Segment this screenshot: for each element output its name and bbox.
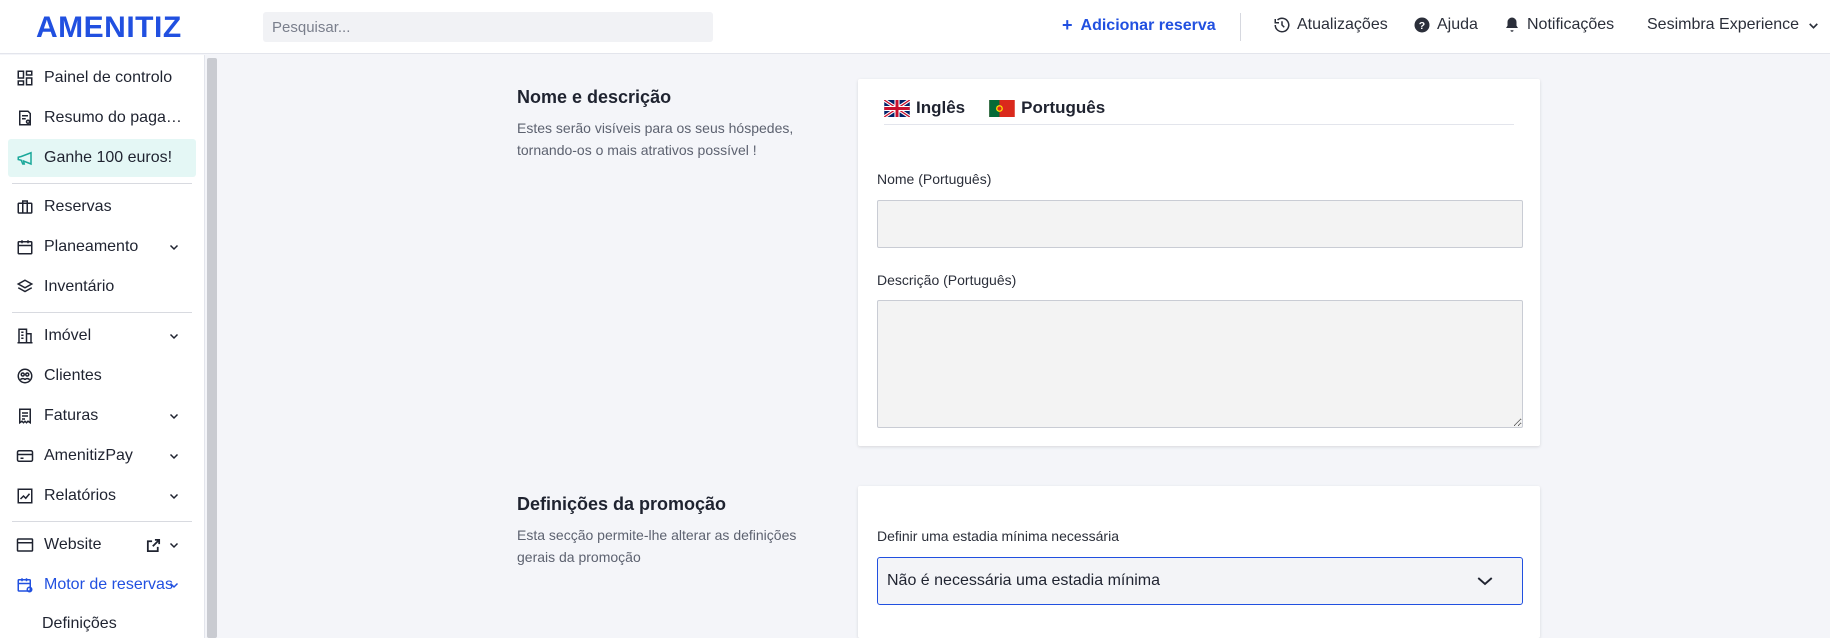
help-icon: ? (1414, 17, 1430, 33)
name-section-title: Nome e descrição (517, 87, 672, 107)
sidebar-item-label: Imóvel (44, 327, 92, 344)
layers-icon (16, 279, 34, 293)
sidebar-item-clients[interactable]: Clientes (8, 357, 196, 395)
chevron-down-icon (169, 244, 179, 251)
tab-label: Inglês (916, 98, 966, 117)
sidebar-item-booking-engine[interactable]: Motor de reservas (8, 566, 196, 604)
plus-icon: + (1062, 15, 1073, 35)
name-section-description: Estes serão visíveis para os seus hósped… (517, 120, 794, 158)
description-field-label: Descrição (Português) (877, 272, 1017, 288)
property-label: Sesimbra Experience (1647, 16, 1800, 33)
help-label: Ajuda (1437, 16, 1478, 33)
chevron-down-icon (1477, 577, 1493, 586)
sidebar-item-label: Motor de reservas (44, 576, 173, 593)
chevron-down-icon (1809, 22, 1818, 29)
description-textarea[interactable] (877, 300, 1523, 428)
notifications-button[interactable]: Notificações (1503, 16, 1614, 34)
dashboard-icon (17, 70, 33, 86)
external-link-icon (146, 538, 161, 553)
sidebar-scrollbar[interactable] (207, 58, 217, 638)
updates-label: Atualizações (1297, 16, 1388, 33)
sidebar-item-dashboard[interactable]: Painel de controlo (8, 59, 196, 97)
sidebar-item-label: Reservas (44, 198, 112, 215)
booking-engine-icon (17, 578, 33, 593)
chevron-down-icon (169, 413, 179, 420)
users-icon (17, 368, 33, 384)
notifications-label: Notificações (1527, 16, 1615, 33)
briefcase-icon (17, 200, 33, 214)
history-icon (1274, 17, 1290, 33)
payment-summary-icon (19, 110, 31, 126)
name-description-card: Inglês Português Nome (Português) Descri… (858, 79, 1540, 446)
min-stay-label: Definir uma estadia mínima necessária (877, 528, 1119, 544)
sidebar-item-payment-summary[interactable]: Resumo do pagamento (8, 99, 196, 137)
sidebar-item-amenitizpay[interactable]: AmenitizPay (8, 437, 196, 475)
chevron-down-icon (169, 333, 179, 340)
sidebar-item-label: Inventário (44, 278, 115, 295)
sidebar-item-referral-promo[interactable]: Ganhe 100 euros! (8, 139, 196, 177)
svg-text:?: ? (1419, 20, 1425, 32)
bell-icon (1506, 17, 1518, 32)
top-bar: AMENITIZ + Adicionar reserva Atualizaçõe… (0, 0, 1830, 54)
invoice-icon (19, 408, 31, 425)
chevron-down-icon (169, 582, 179, 589)
promotion-settings-card: Definir uma estadia mínima necessária Nã… (858, 486, 1540, 638)
updates-button[interactable]: Atualizações (1273, 16, 1388, 34)
card-icon (16, 450, 34, 462)
sidebar-item-reservations[interactable]: Reservas (8, 188, 196, 226)
tab-label: Português (1021, 98, 1106, 117)
sidebar-item-label: Relatórios (44, 487, 117, 504)
building-icon (17, 328, 33, 344)
chart-icon (17, 488, 33, 504)
sidebar-divider (12, 183, 192, 184)
calendar-icon (17, 240, 33, 255)
sidebar-item-label: Clientes (44, 367, 102, 384)
search-input[interactable] (263, 12, 713, 42)
sidebar-item-reports[interactable]: Relatórios (8, 477, 196, 515)
promo-section-description: Esta secção permite-lhe alterar as defin… (517, 527, 797, 565)
portugal-flag-icon (989, 99, 1015, 117)
sidebar-divider (12, 521, 192, 522)
promo-section-title: Definições da promoção (517, 494, 727, 514)
add-reservation-label: Adicionar reserva (1080, 16, 1216, 34)
chevron-down-icon (169, 453, 179, 460)
chevron-down-icon (169, 542, 179, 549)
tab-english[interactable]: Inglês (884, 95, 965, 121)
name-input[interactable] (877, 200, 1523, 248)
browser-icon (16, 538, 34, 552)
sidebar-item-label: Website (44, 536, 102, 553)
language-tabs: Inglês Português (884, 95, 1514, 125)
sidebar-item-invoices[interactable]: Faturas (8, 397, 196, 435)
sidebar-item-label: Planeamento (44, 238, 139, 255)
sidebar-divider (12, 312, 192, 313)
name-field-label: Nome (Português) (877, 171, 992, 187)
sidebar-item-label: AmenitizPay (44, 447, 133, 464)
sidebar-item-label: Ganhe 100 euros! (44, 149, 173, 166)
sidebar-item-property[interactable]: Imóvel (8, 317, 196, 355)
min-stay-selected-value: Não é necessária uma estadia mínima (887, 572, 1161, 589)
sidebar-item-inventory[interactable]: Inventário (8, 268, 196, 306)
header-divider (1240, 13, 1241, 41)
uk-flag-icon (884, 99, 910, 117)
chevron-down-icon (169, 493, 179, 500)
sidebar-item-website[interactable]: Website (8, 526, 196, 564)
min-stay-select[interactable]: Não é necessária uma estadia mínima (877, 557, 1523, 605)
sidebar-item-label: Painel de controlo (44, 69, 173, 86)
amenitiz-logo[interactable]: AMENITIZ (36, 11, 182, 45)
property-selector[interactable]: Sesimbra Experience (1647, 16, 1820, 34)
sidebar-subitem-settings[interactable]: Definições (42, 615, 117, 633)
sidebar-item-label: Resumo do pagamento (44, 109, 194, 126)
add-reservation-button[interactable]: + Adicionar reserva (1062, 15, 1216, 36)
sidebar-item-planning[interactable]: Planeamento (8, 228, 196, 266)
megaphone-icon (17, 151, 32, 166)
help-button[interactable]: ? Ajuda (1413, 16, 1478, 34)
tab-portuguese[interactable]: Português (989, 95, 1105, 121)
sidebar-item-label: Faturas (44, 407, 99, 424)
